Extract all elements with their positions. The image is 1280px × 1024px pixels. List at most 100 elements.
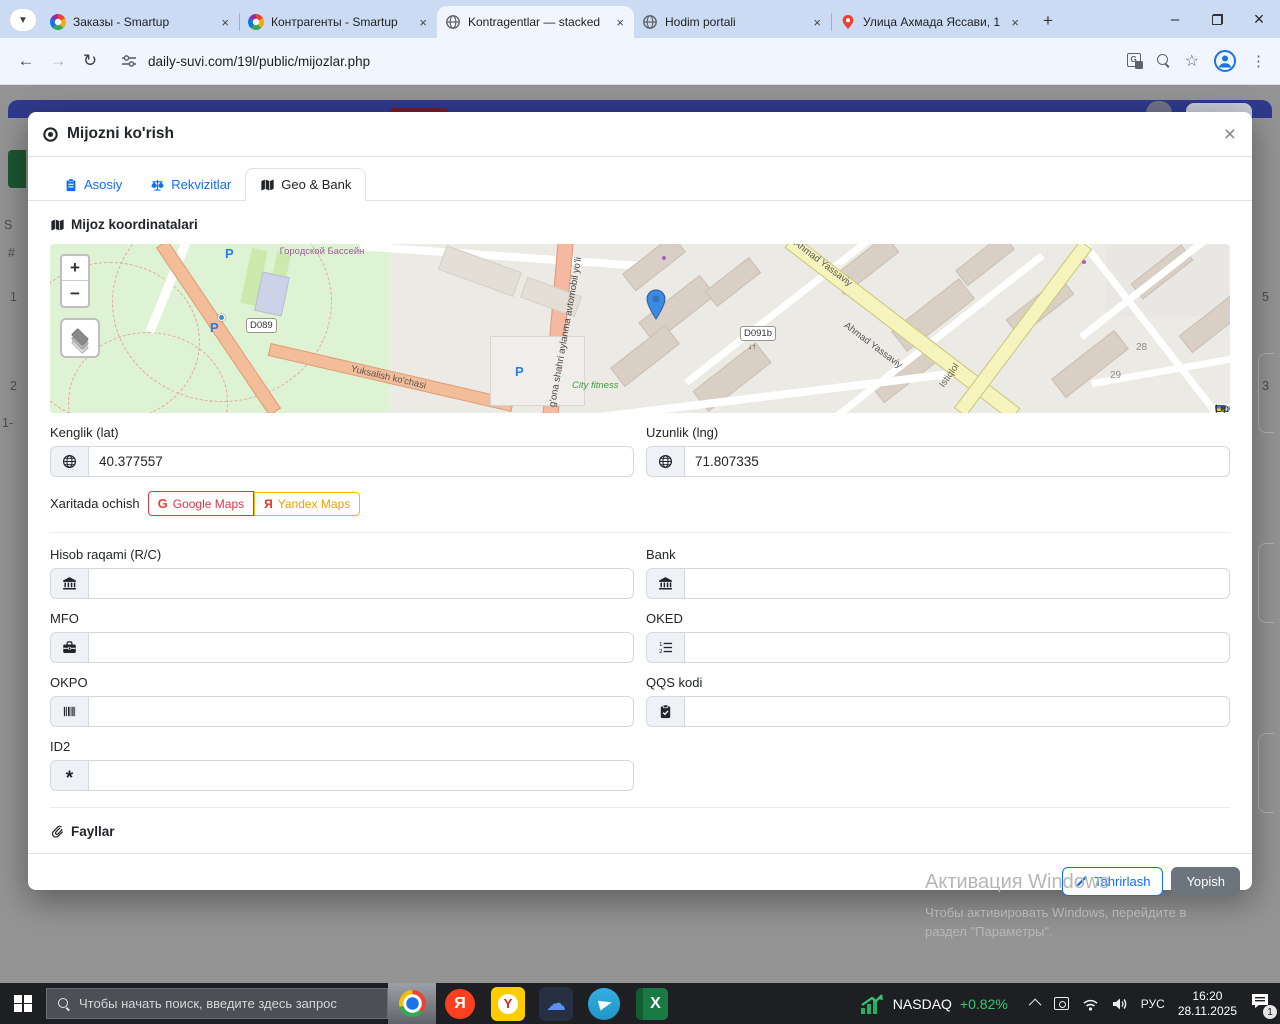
leaflet-map[interactable]: Городской Бассейн P P P D089 D091b Yuksa… [50, 244, 1230, 413]
volume-icon[interactable] [1112, 997, 1128, 1011]
browser-tab-1[interactable]: Заказы - Smartup × [42, 6, 239, 38]
map-marker-icon[interactable] [645, 289, 667, 321]
mfo-input[interactable] [88, 632, 634, 663]
start-button[interactable] [0, 983, 46, 1024]
language-indicator[interactable]: РУС [1141, 997, 1165, 1011]
lat-label: Kenglik (lat) [50, 425, 119, 440]
account-label: Hisob raqami (R/C) [50, 547, 162, 562]
browser-tab-5[interactable]: Улица Ахмада Яссави, 1 × [832, 6, 1029, 38]
background-fragment: 5 [1262, 290, 1269, 304]
paperclip-icon [51, 825, 63, 838]
browser-tab-2[interactable]: Контрагенты - Smartup × [240, 6, 437, 38]
window-restore-button[interactable] [1196, 0, 1238, 38]
okpo-input[interactable] [88, 696, 634, 727]
bookmark-star-icon[interactable]: ☆ [1185, 51, 1199, 71]
bank-input[interactable] [684, 568, 1230, 599]
taskbar-excel-button[interactable]: X [628, 983, 676, 1024]
tab-close-icon[interactable]: × [1009, 15, 1021, 30]
google-maps-button[interactable]: G Google Maps [147, 491, 255, 516]
map-parking-label: P [515, 364, 524, 379]
new-tab-button[interactable]: + [1035, 8, 1061, 34]
search-placeholder: Чтобы начать поиск, введите здесь запрос [79, 996, 337, 1011]
background-card-border [1258, 733, 1274, 813]
taskbar-chrome-button[interactable] [388, 983, 436, 1024]
taskbar-clock[interactable]: 16:20 28.11.2025 [1178, 989, 1237, 1019]
modal-tab-bar: Asosiy Rekvizitlar Geo & Bank [28, 157, 1252, 201]
yandex-browser-icon: Y [491, 986, 525, 1021]
window-minimize-button[interactable]: – [1154, 0, 1196, 38]
svg-text:2: 2 [659, 649, 663, 655]
google-g-icon: G [157, 496, 168, 511]
yandex-maps-button[interactable]: Я Yandex Maps [254, 491, 361, 516]
asterisk-icon: * [50, 760, 88, 791]
taskbar-search-box[interactable]: Чтобы начать поиск, введите здесь запрос [46, 988, 388, 1019]
tab-asosiy[interactable]: Asosiy [50, 168, 136, 201]
zoom-out-button[interactable]: − [62, 281, 88, 306]
google-maps-label: Google Maps [172, 496, 245, 511]
id2-input[interactable] [88, 760, 634, 791]
window-close-button[interactable]: × [1238, 0, 1280, 38]
translate-icon[interactable] [1126, 53, 1143, 69]
browser-tab-3-active[interactable]: Kontragentlar — stacked × [437, 6, 634, 38]
zoom-in-button[interactable]: + [62, 256, 88, 281]
tab-title: Улица Ахмада Яссави, 1 [863, 15, 1001, 29]
windows-logo-icon [14, 994, 32, 1013]
divider [50, 807, 1230, 808]
taskbar-date: 28.11.2025 [1177, 1003, 1237, 1018]
map-oneway-arrows: ↓↑ [748, 342, 756, 351]
account-input[interactable] [88, 568, 634, 599]
background-fragment: 1 [10, 290, 17, 304]
forward-button[interactable]: → [42, 45, 74, 77]
browser-menu-icon[interactable]: ⋮ [1251, 52, 1266, 70]
watermark-line1: Активация Windows [925, 871, 1110, 893]
stock-widget[interactable]: NASDAQ +0.82% [859, 992, 1008, 1016]
map-layers-control[interactable] [60, 318, 100, 358]
tab-label: Geo & Bank [281, 177, 352, 192]
oked-input[interactable] [684, 632, 1230, 663]
tab-close-icon[interactable]: × [417, 15, 429, 30]
reload-button[interactable]: ↻ [74, 45, 106, 77]
map-icon [261, 178, 274, 191]
yandex-icon: Я [445, 988, 475, 1019]
tab-close-icon[interactable]: × [219, 15, 231, 30]
bank-label: Bank [646, 547, 676, 562]
globe-favicon-icon [643, 15, 657, 29]
layers-icon [69, 327, 91, 355]
globe-icon [646, 446, 684, 477]
back-button[interactable]: ← [10, 45, 42, 77]
system-tray: РУС 16:20 28.11.2025 1 [1008, 989, 1280, 1019]
zoom-icon[interactable] [1156, 54, 1171, 68]
tab-search-button[interactable]: ▼ [10, 9, 36, 31]
tab-close-icon[interactable]: × [614, 15, 626, 30]
browser-tab-strip: ▼ Заказы - Smartup × Контрагенты - Smart… [0, 0, 1280, 38]
device-icon[interactable] [1053, 997, 1069, 1010]
tab-title: Kontragentlar — stacked [468, 15, 601, 29]
tab-geo-bank-active[interactable]: Geo & Bank [245, 168, 367, 201]
taskbar-yandex-button[interactable]: Я [436, 983, 484, 1024]
excel-icon: X [636, 987, 668, 1020]
profile-avatar-icon[interactable] [1213, 49, 1237, 73]
tab-close-icon[interactable]: × [811, 15, 823, 30]
tab-label: Asosiy [84, 177, 123, 192]
address-bar[interactable]: daily-suvi.com/19l/public/mijozlar.php [148, 54, 370, 69]
watermark-line2: Чтобы активировать Windows, перейдите в [925, 905, 1187, 920]
taskbar-time: 16:20 [1192, 988, 1223, 1003]
map-building [610, 324, 680, 388]
tray-expand-icon[interactable] [1028, 998, 1042, 1012]
qqs-input[interactable] [684, 696, 1230, 727]
browser-tab-4[interactable]: Hodim portali × [634, 6, 831, 38]
lng-input[interactable] [684, 446, 1230, 477]
osm-link[interactable]: OpenStreetMap [1215, 403, 1230, 414]
site-info-icon[interactable] [120, 52, 138, 70]
taskbar-cloud-button[interactable]: ☁ [532, 983, 580, 1024]
modal-close-icon[interactable]: × [1224, 124, 1236, 145]
action-center-button[interactable]: 1 [1250, 992, 1277, 1019]
taskbar-yandex-browser-button[interactable]: Y [484, 983, 532, 1024]
tab-rekvizitlar[interactable]: Rekvizitlar [136, 168, 245, 201]
page-viewport: S # 1 2 1- 5 3 Mijozni ko'rish × Asosiy … [0, 85, 1280, 983]
wifi-icon[interactable] [1082, 997, 1099, 1011]
lat-input[interactable] [88, 446, 634, 477]
watermark-line3: раздел "Параметры". [925, 924, 1053, 939]
windows-taskbar: Чтобы начать поиск, введите здесь запрос… [0, 983, 1280, 1024]
taskbar-telegram-button[interactable] [580, 983, 628, 1024]
